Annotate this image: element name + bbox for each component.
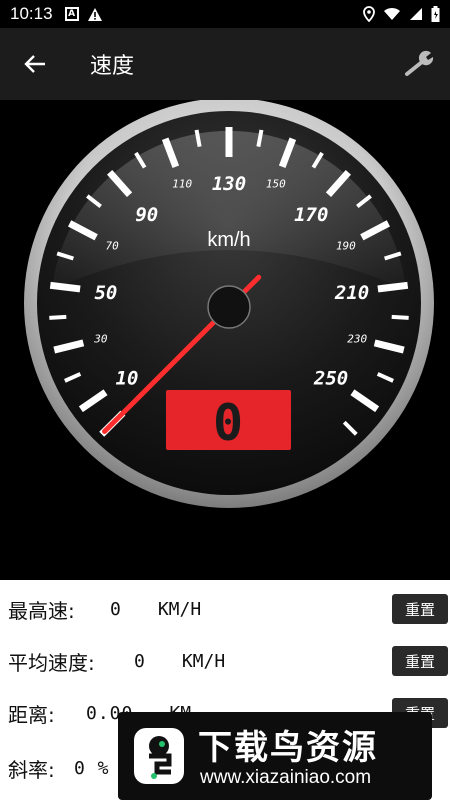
- needle-hub: [207, 285, 251, 329]
- watermark-brand: 下载鸟资源: [198, 728, 378, 768]
- max-speed-row: 最高速: 0 KM/H 重置: [0, 583, 450, 635]
- max-speed-value: 0: [110, 598, 122, 620]
- speedometer: 10 50 90 130 170 210 250 30 70 110 150 190 230 km/h …: [0, 98, 450, 518]
- avg-speed-label: 平均速度:: [8, 650, 95, 675]
- avg-speed-row: 平均速度: 0 KM/H 重置: [0, 635, 450, 687]
- gauge-minor-label: 110: [172, 178, 192, 191]
- reset-max-speed-button[interactable]: 重置: [392, 594, 448, 624]
- gauge-major-label: 90: [135, 204, 158, 226]
- gauge-minor-label: 190: [336, 240, 356, 253]
- gauge-major-label: 170: [294, 204, 328, 226]
- speedometer-dial: 1050901301702102503070110 150190230 km/h …: [24, 98, 434, 508]
- reset-avg-speed-button[interactable]: 重置: [392, 646, 448, 676]
- settings-button[interactable]: [390, 28, 450, 100]
- gauge-tick: [49, 314, 67, 320]
- gauge-major-label: 130: [212, 173, 246, 195]
- wifi-icon: [384, 7, 400, 20]
- speed-unit-label: km/h: [207, 229, 250, 251]
- page-title: 速度: [90, 54, 135, 79]
- status-bar: 10:13 A: [0, 0, 450, 28]
- app-bar: 速度: [0, 28, 450, 100]
- distance-label: 距离:: [8, 702, 55, 727]
- warning-icon: [87, 7, 102, 21]
- max-speed-unit: KM/H: [157, 598, 202, 620]
- gauge-minor-label: 30: [93, 333, 108, 346]
- gauge-minor-label: 150: [266, 178, 286, 191]
- avg-speed-value: 0: [134, 650, 146, 672]
- gauge-major-label: 10: [116, 367, 139, 389]
- gauge-major-label: 50: [94, 282, 117, 304]
- gauge-minor-label: 230: [347, 333, 367, 346]
- max-speed-label: 最高速:: [8, 598, 75, 623]
- gauge-major-label: 250: [313, 367, 348, 389]
- signal-icon: [410, 8, 422, 20]
- gauge-minor-label: 70: [105, 240, 119, 253]
- digital-speed-readout: 0: [213, 394, 243, 452]
- wrench-icon: [405, 50, 434, 76]
- arrow-left-icon: [24, 55, 45, 73]
- watermark-url: www.xiazainiao.com: [200, 767, 372, 788]
- gauge-tick: [49, 281, 81, 293]
- bird-logo-icon: [134, 728, 184, 784]
- status-time: 10:13: [10, 4, 53, 23]
- gauge-major-label: 210: [334, 282, 369, 304]
- slope-label: 斜率:: [8, 757, 55, 782]
- back-button[interactable]: [0, 28, 70, 100]
- slope-value: 0 %: [74, 757, 110, 779]
- avg-speed-unit: KM/H: [181, 650, 226, 672]
- spacer: [0, 518, 450, 580]
- watermark-banner: 下载鸟资源 www.xiazainiao.com: [118, 712, 432, 800]
- location-icon: [363, 6, 375, 22]
- gauge-tick: [377, 281, 409, 293]
- battery-icon: [431, 6, 440, 22]
- gauge-tick: [391, 314, 409, 320]
- a-box-icon: A: [64, 7, 79, 21]
